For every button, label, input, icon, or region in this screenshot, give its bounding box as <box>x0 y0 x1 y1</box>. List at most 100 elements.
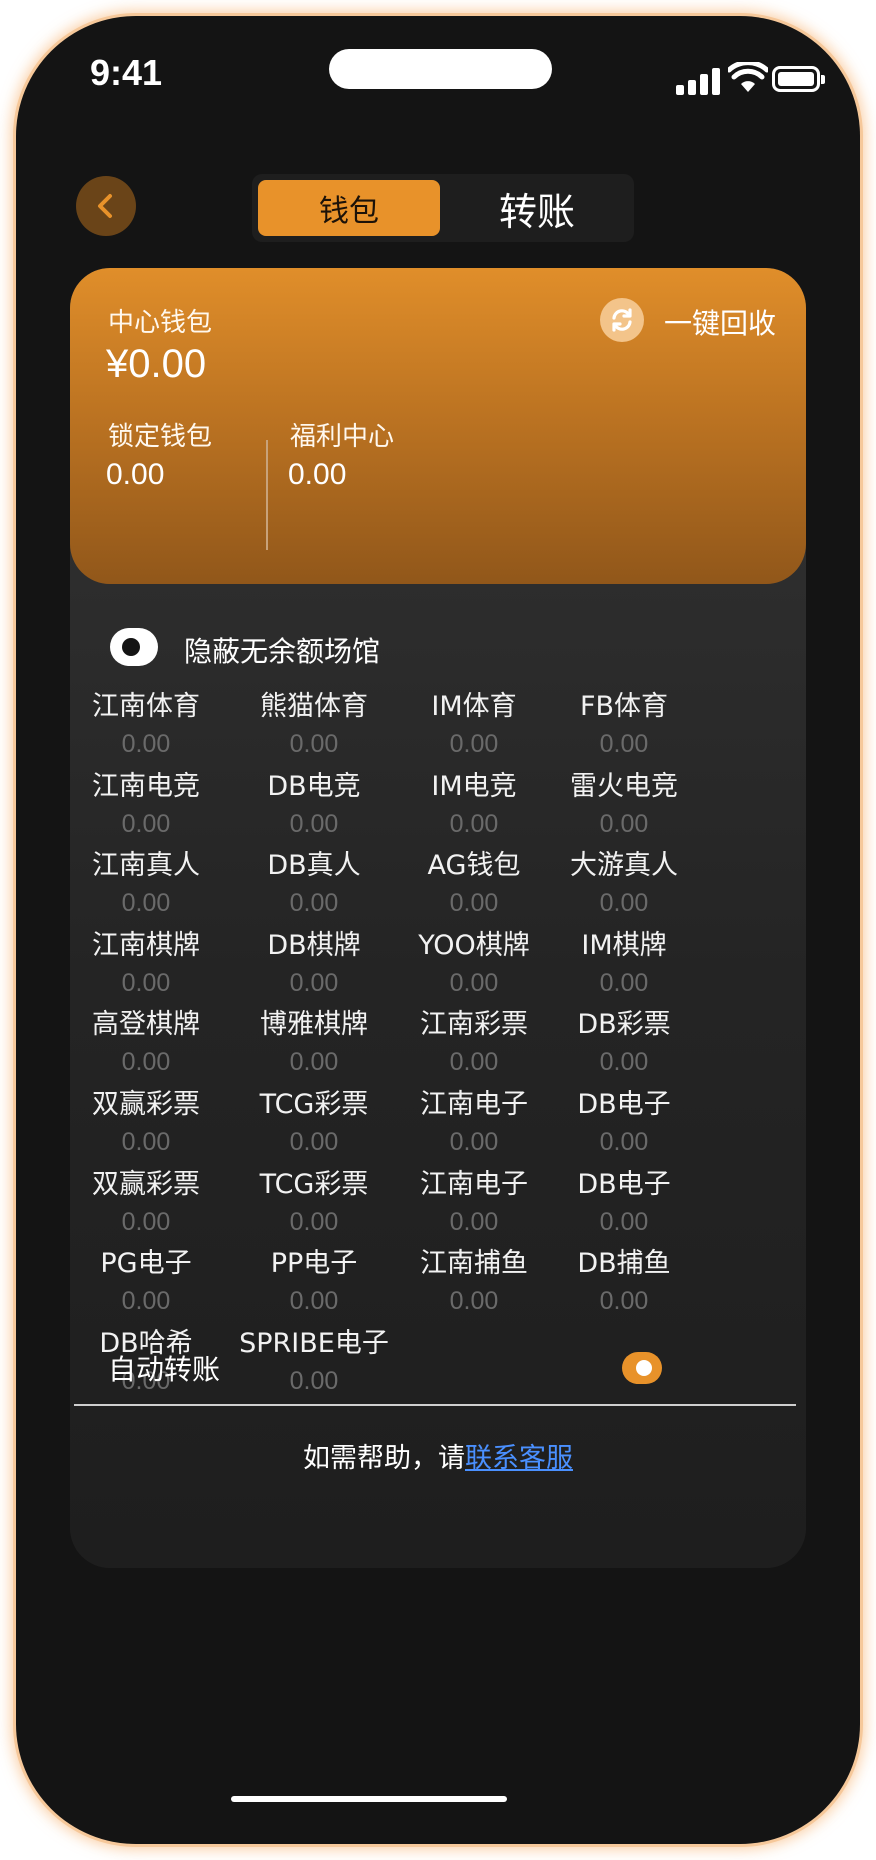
recycle-label[interactable]: 一键回收 <box>664 302 776 342</box>
venue-name: DB电竞 <box>267 770 361 802</box>
venue-item: 江南体育 0.00 <box>56 690 236 764</box>
locked-wallet-label: 锁定钱包 <box>108 422 213 452</box>
venue-amount: 0.00 <box>121 889 171 918</box>
venue-name: 江南体育 <box>92 691 200 722</box>
locked-wallet-amount: 0.00 <box>106 458 165 491</box>
venue-name: SPRIBE电子 <box>239 1327 389 1359</box>
venue-name: PP电子 <box>270 1248 358 1280</box>
phone-screen: 9:41 钱包 转账 中心钱包 ¥0.00 一键回收 锁定钱包 0.00 福利中… <box>16 16 860 1844</box>
venue-name: 双赢彩票 <box>92 1089 200 1120</box>
venue-name: TCG彩票 <box>259 1168 369 1200</box>
venue-amount: 0.00 <box>599 730 649 758</box>
venue-amount: 0.00 <box>289 1128 339 1156</box>
venue-amount: 0.00 <box>121 1048 171 1077</box>
tab-transfer[interactable]: 转账 <box>446 180 628 236</box>
venue-amount: 0.00 <box>289 1366 339 1395</box>
venue-item: 双赢彩票 0.00 <box>56 1168 236 1242</box>
battery-icon <box>772 66 825 92</box>
venue-name: 熊猫体育 <box>260 691 368 722</box>
venue-amount: 0.00 <box>599 1287 649 1316</box>
venue-amount: 0.00 <box>289 809 339 838</box>
venue-item: 雷火电竞 0.00 <box>534 770 714 844</box>
auto-transfer-toggle[interactable] <box>622 1352 662 1384</box>
venue-item: 双赢彩票 0.00 <box>56 1088 236 1162</box>
venue-amount: 0.00 <box>599 889 649 918</box>
venue-item: DB彩票 0.00 <box>534 1008 714 1082</box>
venue-name: DB捕鱼 <box>577 1248 671 1280</box>
hide-empty-label: 隐蔽无余额场馆 <box>184 635 381 668</box>
venue-name: 博雅棋牌 <box>260 1009 368 1041</box>
venue-item: PP电子 0.00 <box>224 1247 404 1321</box>
venue-name: PG电子 <box>100 1248 192 1280</box>
welfare-center-label: 福利中心 <box>290 422 395 452</box>
venue-item: DB棋牌 0.00 <box>224 929 404 1003</box>
recycle-button[interactable] <box>600 298 644 342</box>
venue-name: FB体育 <box>579 691 669 722</box>
venue-amount: 0.00 <box>289 968 339 997</box>
center-wallet-amount: ¥0.00 <box>106 342 207 386</box>
venue-name: 江南电竞 <box>92 770 200 802</box>
auto-transfer-label: 自动转账 <box>108 1353 221 1386</box>
contact-support-link[interactable]: 联系客服 <box>465 1443 573 1474</box>
venue-amount: 0.00 <box>289 730 339 758</box>
chevron-left-icon <box>98 194 112 218</box>
venue-amount: 0.00 <box>289 1287 339 1316</box>
venue-name: DB电子 <box>577 1089 671 1120</box>
venue-item: 高登棋牌 0.00 <box>56 1008 236 1082</box>
venue-name: TCG彩票 <box>259 1089 369 1120</box>
venue-item: DB电子 0.00 <box>534 1168 714 1242</box>
wallet-summary: 中心钱包 ¥0.00 一键回收 锁定钱包 0.00 福利中心 0.00 <box>70 268 806 584</box>
venue-item: 博雅棋牌 0.00 <box>224 1008 404 1082</box>
venue-amount: 0.00 <box>599 968 649 997</box>
venue-name: DB彩票 <box>577 1009 671 1041</box>
venue-amount: 0.00 <box>599 809 649 838</box>
dynamic-island <box>329 49 552 89</box>
venue-item: 江南电竞 0.00 <box>56 770 236 844</box>
home-indicator <box>231 1796 507 1802</box>
wallet-divider <box>266 440 268 550</box>
venue-item: DB电子 0.00 <box>534 1088 714 1162</box>
venue-item: DB真人 0.00 <box>224 849 404 923</box>
wallet-transfer-tabs: 钱包 转账 <box>252 174 634 242</box>
center-wallet-label: 中心钱包 <box>108 308 213 338</box>
tab-wallet[interactable]: 钱包 <box>258 180 440 236</box>
venue-item: DB电竞 0.00 <box>224 770 404 844</box>
signal-icon <box>676 65 722 95</box>
wifi-icon <box>728 62 768 92</box>
venue-name: 高登棋牌 <box>92 1009 200 1041</box>
venue-item: 大游真人 0.00 <box>534 849 714 923</box>
venue-name: 雷火电竞 <box>570 770 678 802</box>
venue-name: 双赢彩票 <box>92 1168 200 1200</box>
venue-amount: 0.00 <box>121 968 171 997</box>
venue-item: 熊猫体育 0.00 <box>224 690 404 764</box>
venue-amount: 0.00 <box>599 1207 649 1236</box>
venue-amount: 0.00 <box>289 889 339 918</box>
hide-empty-toggle[interactable] <box>110 628 158 666</box>
venue-item: 江南真人 0.00 <box>56 849 236 923</box>
venue-amount: 0.00 <box>599 1048 649 1077</box>
help-prefix: 如需帮助，请 <box>303 1443 465 1474</box>
venue-amount: 0.00 <box>121 730 171 758</box>
venue-item: TCG彩票 0.00 <box>224 1088 404 1162</box>
venue-amount: 0.00 <box>121 809 171 838</box>
venue-amount: 0.00 <box>121 1287 171 1316</box>
venue-name: 江南棋牌 <box>92 929 200 961</box>
venue-amount: 0.00 <box>289 1048 339 1077</box>
venue-item: TCG彩票 0.00 <box>224 1168 404 1242</box>
divider <box>74 1404 796 1406</box>
venue-item: FB体育 0.00 <box>534 690 714 764</box>
venue-name: 江南真人 <box>92 850 200 882</box>
venue-amount: 0.00 <box>289 1207 339 1236</box>
venue-amount: 0.00 <box>121 1207 171 1236</box>
venue-item: SPRIBE电子 0.00 <box>224 1327 404 1401</box>
status-time: 9:41 <box>90 52 163 93</box>
venue-name: DB真人 <box>267 850 361 882</box>
venue-item: IM棋牌 0.00 <box>534 929 714 1003</box>
venue-item: DB捕鱼 0.00 <box>534 1247 714 1321</box>
welfare-center-amount: 0.00 <box>288 458 347 491</box>
venue-amount: 0.00 <box>121 1128 171 1156</box>
back-button[interactable] <box>76 176 136 236</box>
venue-name: IM棋牌 <box>581 929 667 961</box>
help-text: 如需帮助，请联系客服 <box>16 1436 860 1475</box>
venue-name: DB电子 <box>577 1168 671 1200</box>
